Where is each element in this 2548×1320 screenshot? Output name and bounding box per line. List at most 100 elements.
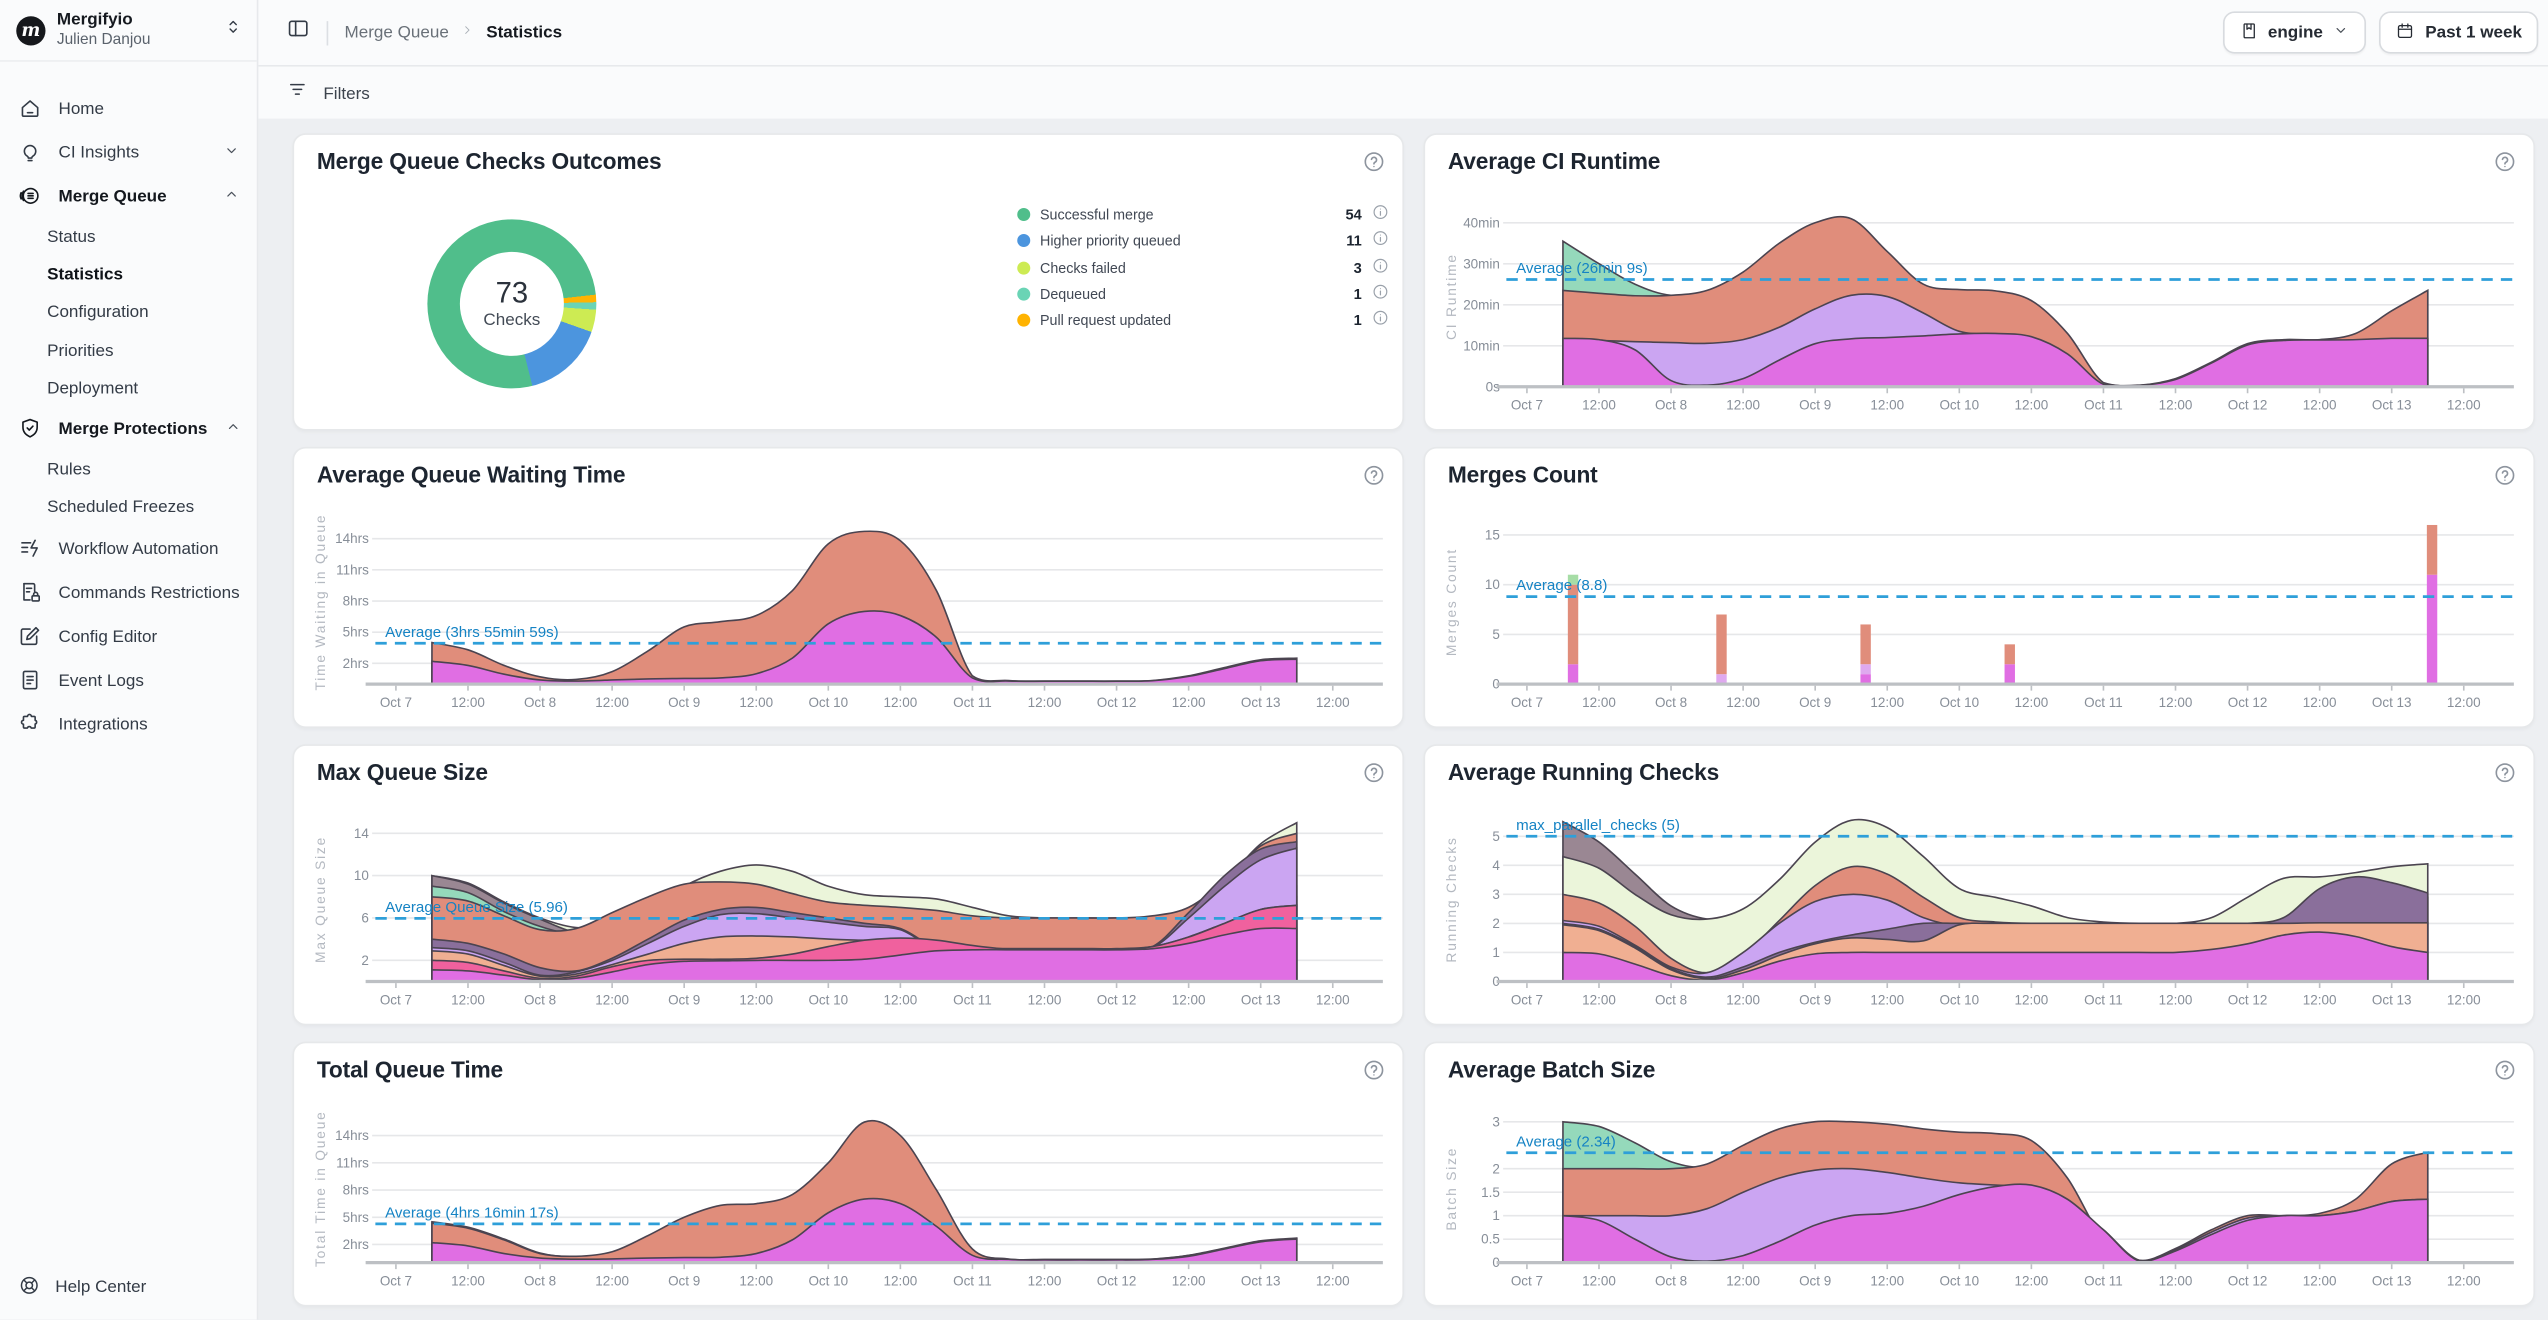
help-icon[interactable]: [2493, 761, 2517, 794]
svg-text:Batch Size: Batch Size: [1443, 1147, 1459, 1231]
svg-text:2hrs: 2hrs: [343, 656, 369, 671]
svg-text:Oct 13: Oct 13: [2372, 992, 2412, 1007]
svg-text:12:00: 12:00: [595, 1273, 629, 1288]
svg-text:5: 5: [1492, 627, 1500, 642]
card-title: Merges Count: [1448, 462, 1598, 488]
card-max-queue-size: Max Queue Size 261014Max Queue SizeOct 7…: [293, 744, 1405, 1025]
sidebar-item-label: Status: [47, 227, 95, 247]
running-checks-svg: 012345Running ChecksOct 712:00Oct 812:00…: [1441, 804, 2517, 1010]
bar-segment: [2005, 664, 2015, 684]
sidebar-item-priorities[interactable]: Priorities: [0, 331, 257, 369]
help-icon[interactable]: [1362, 150, 1386, 183]
sidebar-item-rules[interactable]: Rules: [0, 451, 257, 489]
svg-text:2hrs: 2hrs: [343, 1237, 369, 1252]
bar-segment: [1716, 614, 1726, 674]
svg-text:12:00: 12:00: [884, 695, 918, 710]
sidebar-item-configuration[interactable]: Configuration: [0, 293, 257, 331]
svg-text:10min: 10min: [1463, 338, 1500, 353]
puzzle-icon: [18, 712, 42, 736]
help-icon[interactable]: [1362, 761, 1386, 794]
sidebar-item-home[interactable]: Home: [0, 86, 257, 130]
info-icon[interactable]: [1372, 306, 1390, 335]
sidebar-item-scheduled-freezes[interactable]: Scheduled Freezes: [0, 489, 257, 527]
legend-value: 3: [1333, 260, 1362, 276]
repository-label: engine: [2268, 23, 2323, 43]
info-icon[interactable]: [1372, 280, 1390, 309]
bar-segment: [1568, 664, 1578, 684]
sidebar-item-statistics[interactable]: Statistics: [0, 256, 257, 294]
help-icon[interactable]: [1362, 463, 1386, 496]
svg-text:2: 2: [1492, 916, 1500, 931]
svg-text:Oct 8: Oct 8: [524, 1273, 556, 1288]
sidebar-item-commands-restrictions[interactable]: Commands Restrictions: [0, 571, 257, 615]
sidebar-item-merge-protections[interactable]: Merge Protections: [0, 407, 257, 451]
repository-select[interactable]: engine: [2222, 11, 2366, 53]
average-label: Average (3hrs 55min 59s): [385, 624, 559, 641]
sidebar-item-merge-queue[interactable]: Merge Queue: [0, 174, 257, 218]
legend-value: 54: [1333, 207, 1362, 223]
filters-bar: Filters: [257, 67, 2548, 122]
svg-text:10: 10: [354, 868, 369, 883]
info-icon: [1372, 230, 1390, 248]
date-range-label: Past 1 week: [2425, 23, 2522, 43]
svg-text:Oct 7: Oct 7: [1511, 992, 1543, 1007]
breadcrumb-statistics: Statistics: [486, 23, 562, 43]
svg-text:Max Queue Size: Max Queue Size: [312, 836, 328, 963]
sidebar-item-config-editor[interactable]: Config Editor: [0, 614, 257, 658]
help-icon[interactable]: [2493, 1058, 2517, 1091]
sidebar-item-integrations[interactable]: Integrations: [0, 702, 257, 746]
series-magenta: [432, 1199, 1297, 1263]
card-title: Merge Queue Checks Outcomes: [317, 148, 662, 174]
legend-item: Checks failed3: [1017, 254, 1389, 280]
question-icon: [2493, 1058, 2517, 1082]
unfold-icon[interactable]: [223, 15, 244, 44]
repository-icon: [2239, 20, 2259, 44]
bulb-icon: [18, 140, 42, 164]
sidebar-item-deployment[interactable]: Deployment: [0, 369, 257, 407]
svg-text:Oct 7: Oct 7: [1511, 695, 1543, 710]
svg-text:12:00: 12:00: [1028, 1273, 1062, 1288]
chevup-icon: [223, 184, 241, 202]
filters-label[interactable]: Filters: [323, 84, 369, 104]
card-merges-count: Merges Count 051015Merges CountOct 712:0…: [1424, 447, 2536, 728]
sidebar-item-ci-insights[interactable]: CI Insights: [0, 130, 257, 174]
svg-text:Oct 12: Oct 12: [2228, 398, 2268, 413]
svg-text:12:00: 12:00: [1870, 1273, 1904, 1288]
info-icon[interactable]: [1372, 200, 1390, 229]
legend-item: Successful merge54: [1017, 202, 1389, 228]
info-icon[interactable]: [1372, 253, 1390, 282]
help-icon[interactable]: [2493, 150, 2517, 183]
org-name: Mergifyio: [57, 10, 211, 31]
svg-text:Time Waiting in Queue: Time Waiting in Queue: [312, 514, 328, 691]
help-icon[interactable]: [1362, 1058, 1386, 1091]
svg-text:Oct 13: Oct 13: [2372, 398, 2412, 413]
sidebar-toggle-icon[interactable]: [286, 16, 310, 49]
average-label: Average (4hrs 16min 17s): [385, 1204, 559, 1221]
org-switcher[interactable]: m Mergifyio Julien Danjou: [0, 0, 257, 62]
svg-text:12:00: 12:00: [739, 1273, 773, 1288]
svg-text:4: 4: [1492, 858, 1500, 873]
info-icon: [1372, 283, 1390, 301]
sidebar-item-event-logs[interactable]: Event Logs: [0, 658, 257, 702]
chevdown-icon: [223, 141, 241, 159]
average-label: Average (26min 9s): [1516, 260, 1648, 277]
svg-text:1: 1: [1492, 945, 1500, 960]
breadcrumb-merge-queue[interactable]: Merge Queue: [345, 23, 449, 43]
help-icon[interactable]: [2493, 463, 2517, 496]
average-label: Average (2.34): [1516, 1133, 1616, 1150]
svg-text:Oct 10: Oct 10: [808, 992, 848, 1007]
workflow-icon: [18, 536, 42, 560]
card-checks-outcomes: Merge Queue Checks Outcomes 73 Checks Su…: [293, 133, 1405, 430]
svg-text:Oct 12: Oct 12: [1097, 695, 1137, 710]
sidebar-item-status[interactable]: Status: [0, 218, 257, 256]
help-center-link[interactable]: Help Center: [0, 1271, 164, 1304]
sidebar-item-label: Config Editor: [59, 627, 158, 647]
date-range-button[interactable]: Past 1 week: [2380, 11, 2539, 53]
svg-text:12:00: 12:00: [739, 992, 773, 1007]
filters-icon[interactable]: [286, 78, 309, 109]
card-batch-size: Average Batch Size 00.511.523Batch SizeO…: [1424, 1042, 2536, 1307]
info-icon[interactable]: [1372, 227, 1390, 256]
sidebar-item-workflow-automation[interactable]: Workflow Automation: [0, 527, 257, 571]
book-icon: [2239, 20, 2259, 40]
svg-text:Running Checks: Running Checks: [1443, 836, 1459, 962]
